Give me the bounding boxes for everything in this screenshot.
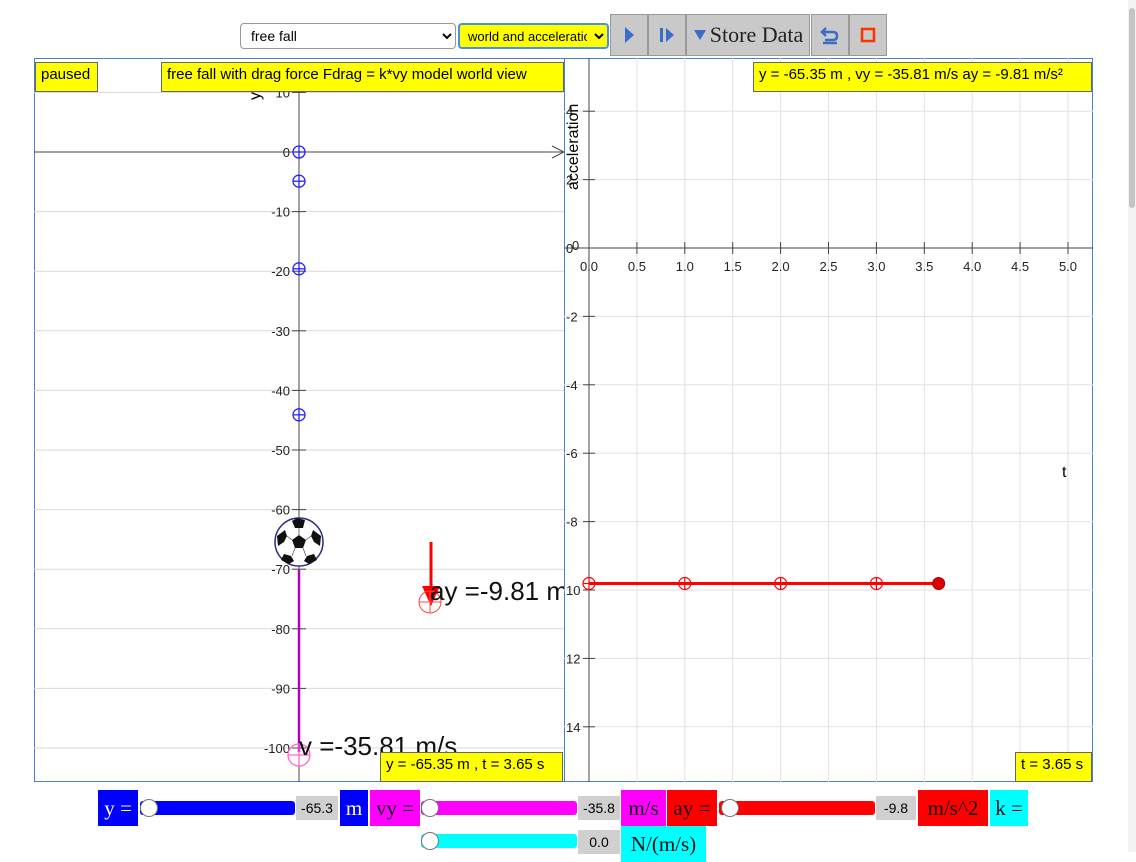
trail-marker [292, 145, 306, 159]
trail-marker [292, 174, 306, 188]
world-y-tick-label: -20 [271, 264, 290, 279]
world-y-tick-label: -70 [271, 562, 290, 577]
k-unit: N/(m/s) [621, 826, 706, 862]
stop-button[interactable] [849, 14, 887, 56]
ay-unit: m/s^2 [918, 790, 988, 826]
y-slider-thumb[interactable] [140, 799, 158, 817]
graph-x-tick-label: 3.0 [867, 259, 885, 274]
graph-x-tick-label: 0.5 [628, 259, 646, 274]
trail-marker [292, 408, 306, 422]
graph-x-tick-label: 2.5 [819, 259, 837, 274]
acceleration-data-point [869, 576, 883, 591]
world-y-axis-label: y [247, 92, 264, 100]
acceleration-data-point [678, 576, 692, 591]
acceleration-data-point [932, 577, 946, 591]
graph-x-tick-label: 4.5 [1011, 259, 1029, 274]
world-y-tick-label: -50 [271, 443, 290, 458]
graph-x-tick-label: 2.0 [772, 259, 790, 274]
graph-y-tick-label: -2 [566, 309, 578, 324]
world-y-tick-label: -100 [264, 741, 290, 756]
graph-y-tick-label: -4 [566, 378, 578, 393]
world-view[interactable]: 100-10-20-30-40-50-60-70-80-90-100 y ay … [34, 58, 565, 782]
y-slider[interactable] [140, 801, 295, 815]
dropdown-triangle-icon [693, 30, 706, 40]
undo-icon [820, 27, 839, 45]
vy-slider-label: vy = [370, 790, 420, 826]
acceleration-label: ay =-9.81 m/ [430, 576, 565, 606]
graph-x-tick-label: 1.0 [676, 259, 694, 274]
k-slider-thumb[interactable] [421, 832, 439, 850]
graph-y-axis-label: acceleration [565, 104, 582, 190]
play-button[interactable] [610, 14, 648, 56]
graph-y-tick-label: 0 [572, 238, 579, 253]
world-y-tick-label: -30 [271, 324, 290, 339]
graph-readout-top: y = -65.35 m , vy = -35.81 m/s ay = -9.8… [753, 62, 1092, 92]
ay-slider-label: ay = [667, 790, 717, 826]
vy-unit: m/s [621, 790, 666, 826]
model-select[interactable]: free fall [240, 23, 456, 49]
world-y-tick-label: -90 [271, 681, 290, 696]
ay-slider-thumb[interactable] [721, 799, 739, 817]
status-label: paused [35, 62, 98, 92]
acceleration-graph[interactable]: 0.0 0.5 1.0 1.5 2.0 2.5 3.0 3.5 4.0 4.5 5.0 420-2-… [564, 58, 1093, 782]
graph-x-tick-label: 1.5 [724, 259, 742, 274]
step-icon [660, 28, 674, 42]
play-icon [625, 27, 634, 43]
world-y-tick-label: -80 [271, 622, 290, 637]
vy-value[interactable]: -35.8 [578, 796, 620, 820]
scrollbar-thumb[interactable] [1129, 8, 1135, 208]
acceleration-data-point [582, 576, 596, 591]
world-y-tick-label: -40 [271, 383, 290, 398]
world-title: free fall with drag force Fdrag = k*vy m… [161, 62, 564, 92]
soccer-ball-icon[interactable] [274, 517, 324, 567]
vy-slider-thumb[interactable] [421, 799, 439, 817]
page-scrollbar[interactable] [1128, 0, 1136, 852]
graph-x-tick-label: 5.0 [1059, 259, 1077, 274]
vy-slider[interactable] [421, 801, 577, 815]
trail-marker [292, 262, 306, 276]
graph-readout-bottom: t = 3.65 s [1015, 752, 1092, 782]
k-value[interactable]: 0.0 [578, 830, 620, 854]
graph-y-tick-label: -6 [566, 446, 578, 461]
step-button[interactable] [648, 14, 686, 56]
graph-y-tick-label: 10 [566, 583, 580, 598]
graph-x-tick-label: 0.0 [580, 259, 598, 274]
y-value[interactable]: -65.3 [296, 796, 338, 820]
ay-value[interactable]: -9.8 [876, 796, 916, 820]
y-slider-label: y = [98, 790, 138, 826]
view-select[interactable]: world and acceleration [458, 23, 609, 49]
ay-slider[interactable] [719, 801, 875, 815]
world-y-tick-label: -60 [271, 503, 290, 518]
stop-icon [860, 27, 876, 43]
graph-x-tick-label: 3.5 [915, 259, 933, 274]
acceleration-data-point [774, 576, 788, 591]
world-readout: y = -65.35 m , t = 3.65 s [380, 752, 563, 782]
graph-y-tick-label: 14 [566, 720, 580, 735]
store-data-label: Store Data [709, 22, 804, 47]
world-y-tick-label: 0 [283, 145, 290, 160]
y-unit: m [340, 790, 368, 826]
graph-x-tick-label: 4.0 [963, 259, 981, 274]
graph-y-tick-label: 12 [566, 651, 580, 666]
world-y-tick-label: -10 [271, 205, 290, 220]
graph-x-axis-label: t [1062, 464, 1067, 481]
graph-y-tick-label: -8 [566, 515, 578, 530]
store-data-button[interactable]: Store Data [686, 14, 810, 56]
undo-button[interactable] [811, 14, 849, 56]
k-slider[interactable] [421, 834, 577, 848]
k-slider-label: k = [990, 790, 1028, 826]
